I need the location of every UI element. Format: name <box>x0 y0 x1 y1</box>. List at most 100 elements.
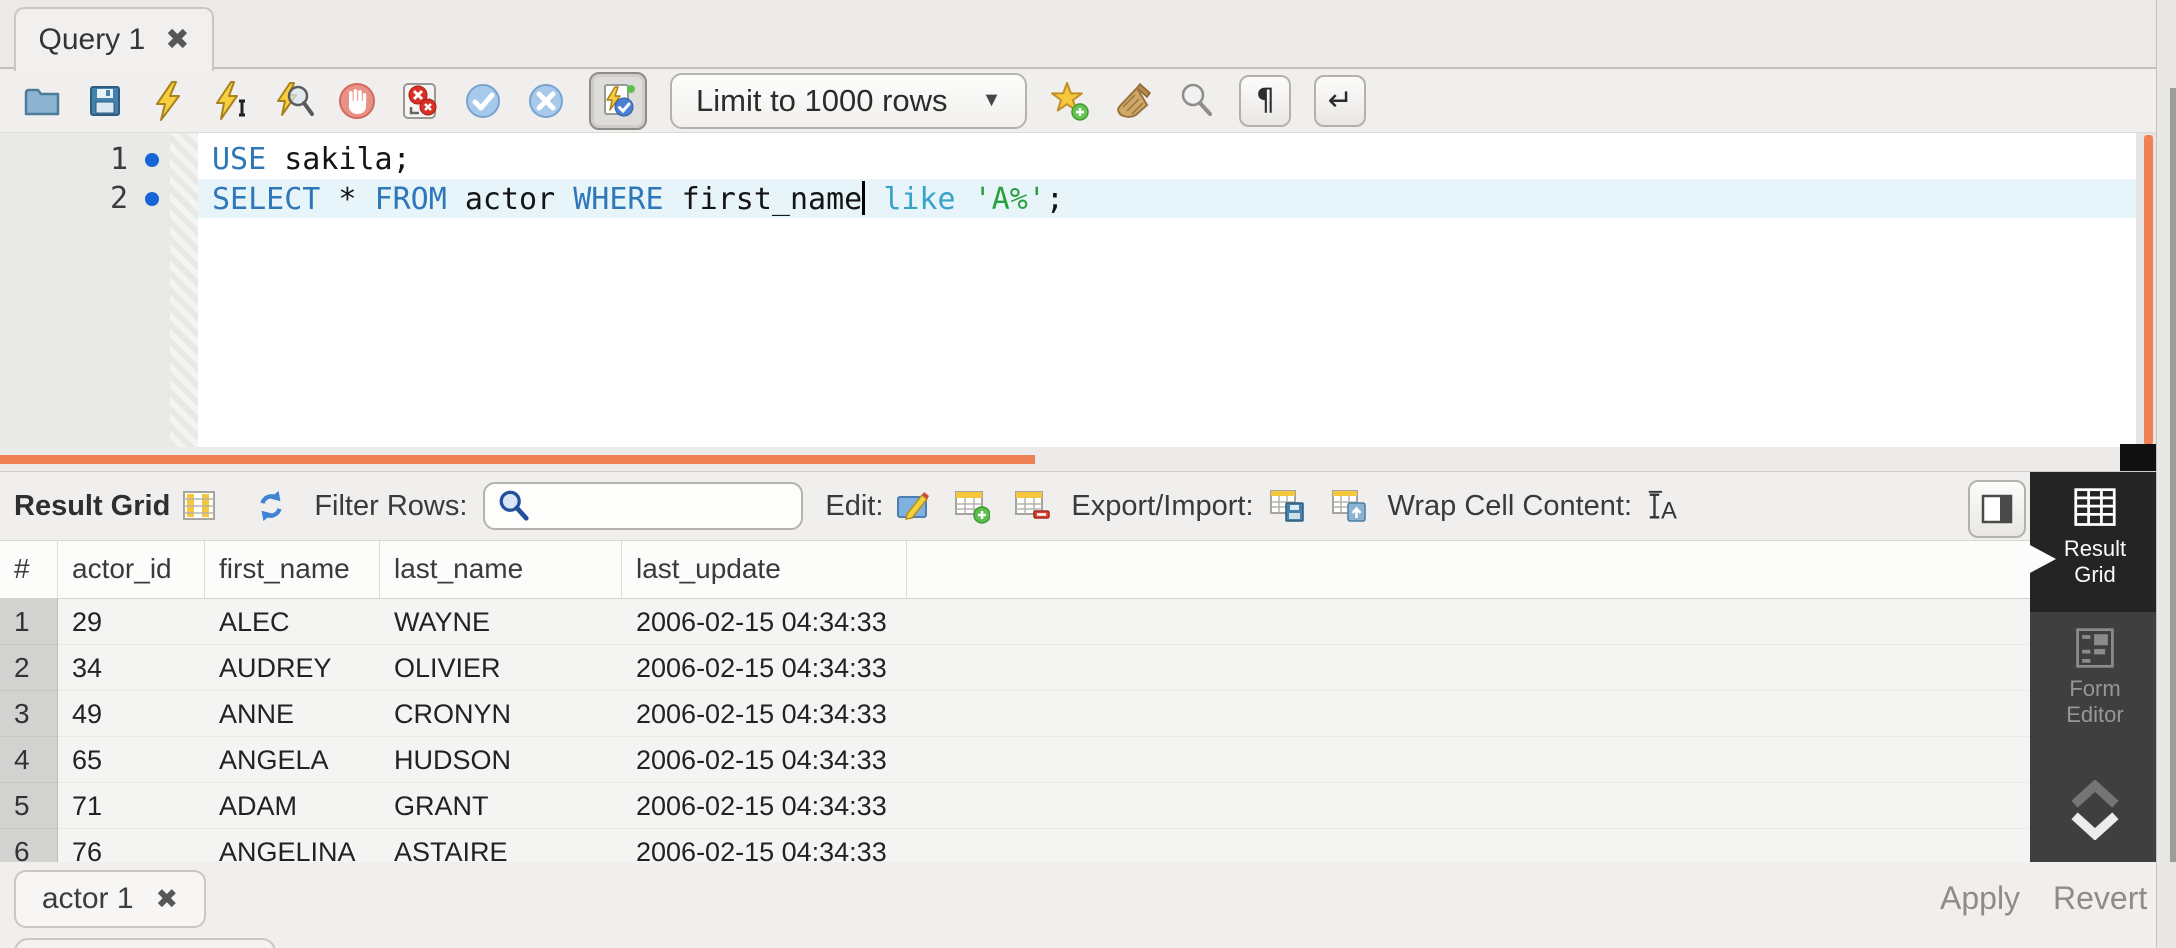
tab-query-1[interactable]: Query 1 ✖ <box>14 7 214 71</box>
column-header-first_name[interactable]: first_name <box>205 541 380 598</box>
edit-record-icon[interactable] <box>895 487 933 525</box>
row-filler <box>907 737 2030 783</box>
panel-down-chevron[interactable] <box>2030 812 2160 840</box>
tab-actor-1[interactable]: actor 1 ✖ <box>14 870 206 928</box>
row-number-cell[interactable]: 2 <box>0 645 58 691</box>
scrollbar-thumb[interactable] <box>2170 88 2176 862</box>
table-cell[interactable]: GRANT <box>380 783 622 829</box>
table-cell[interactable]: WAYNE <box>380 599 622 645</box>
scrollbar-thumb[interactable] <box>0 455 1035 464</box>
table-row[interactable]: 349ANNECRONYN2006-02-15 04:34:33 <box>0 691 2030 737</box>
save-snippet-icon[interactable] <box>1050 81 1090 121</box>
insert-row-icon[interactable] <box>953 487 991 525</box>
save-icon[interactable] <box>85 81 125 121</box>
refresh-icon[interactable] <box>252 487 290 525</box>
table-cell[interactable]: 2006-02-15 04:34:33 <box>622 599 907 645</box>
revert-button[interactable]: Revert <box>2053 880 2147 917</box>
table-cell[interactable]: ANGELA <box>205 737 380 783</box>
table-row[interactable]: 465ANGELAHUDSON2006-02-15 04:34:33 <box>0 737 2030 783</box>
table-cell[interactable]: 2006-02-15 04:34:33 <box>622 829 907 862</box>
table-cell[interactable]: HUDSON <box>380 737 622 783</box>
table-row[interactable]: 676ANGELINAASTAIRE2006-02-15 04:34:33 <box>0 829 2030 862</box>
result-grid-icon <box>2070 486 2120 530</box>
table-cell[interactable]: 65 <box>58 737 205 783</box>
delete-row-icon[interactable] <box>1013 487 1051 525</box>
result-grid-title: Result Grid <box>14 490 170 523</box>
toggle-stop-on-error-icon[interactable] <box>400 81 440 121</box>
filter-rows-searchbox[interactable] <box>483 482 803 530</box>
find-icon[interactable] <box>1176 81 1216 121</box>
table-cell[interactable]: 34 <box>58 645 205 691</box>
sql-editor[interactable]: 1USE sakila;2SELECT * FROM actor WHERE f… <box>0 133 2136 447</box>
commit-icon[interactable] <box>463 81 503 121</box>
execute-current-statement-icon[interactable] <box>211 81 251 121</box>
table-cell[interactable]: ALEC <box>205 599 380 645</box>
toggle-side-panel-button[interactable] <box>1968 480 2026 538</box>
table-cell[interactable]: ASTAIRE <box>380 829 622 862</box>
side-panel-item-form-editor[interactable]: Form Editor <box>2030 612 2160 752</box>
result-tab-bar: actor 1 ✖ Apply Revert <box>0 862 2156 948</box>
table-cell[interactable]: 71 <box>58 783 205 829</box>
table-cell[interactable]: 76 <box>58 829 205 862</box>
wrap-return-icon: ↵ <box>1328 83 1353 118</box>
column-header-last_name[interactable]: last_name <box>380 541 622 598</box>
rollback-icon[interactable] <box>526 81 566 121</box>
export-recordset-icon[interactable] <box>1268 487 1306 525</box>
close-icon[interactable]: ✖ <box>156 886 179 913</box>
row-number-cell[interactable]: 3 <box>0 691 58 737</box>
table-cell[interactable]: ANNE <box>205 691 380 737</box>
scrollbar-thumb[interactable] <box>2144 135 2153 445</box>
row-filler <box>907 691 2030 737</box>
column-header-rownum[interactable]: # <box>0 541 58 598</box>
table-row[interactable]: 129ALECWAYNE2006-02-15 04:34:33 <box>0 599 2030 645</box>
table-cell[interactable]: ANGELINA <box>205 829 380 862</box>
code-line[interactable]: 2SELECT * FROM actor WHERE first_name li… <box>0 179 2136 218</box>
column-header-last_update[interactable]: last_update <box>622 541 907 598</box>
table-cell[interactable]: CRONYN <box>380 691 622 737</box>
panel-up-chevron[interactable] <box>2030 780 2160 808</box>
table-cell[interactable]: 2006-02-15 04:34:33 <box>622 737 907 783</box>
table-cell[interactable]: 2006-02-15 04:34:33 <box>622 783 907 829</box>
table-cell[interactable]: OLIVIER <box>380 645 622 691</box>
table-cell[interactable]: 49 <box>58 691 205 737</box>
code-text: SELECT * FROM actor WHERE first_name lik… <box>212 181 1064 217</box>
row-filler <box>907 783 2030 829</box>
code-line[interactable]: 1USE sakila; <box>0 140 2136 179</box>
table-cell[interactable]: 2006-02-15 04:34:33 <box>622 645 907 691</box>
table-cell[interactable]: AUDREY <box>205 645 380 691</box>
code-lines: 1USE sakila;2SELECT * FROM actor WHERE f… <box>0 140 2136 218</box>
wrap-cell-content-icon[interactable]: A <box>1644 487 1682 525</box>
result-side-panel: Result Grid Form Editor <box>2030 472 2160 862</box>
row-number-cell[interactable]: 1 <box>0 599 58 645</box>
editor-horizontal-scrollbar[interactable] <box>0 447 2156 471</box>
execute-query-icon[interactable] <box>148 81 188 121</box>
toggle-word-wrap-button[interactable]: ↵ <box>1314 75 1366 127</box>
side-panel-item-result-grid[interactable]: Result Grid <box>2030 472 2160 612</box>
editor-vertical-scrollbar[interactable] <box>2136 133 2156 447</box>
row-number-cell[interactable]: 6 <box>0 829 58 862</box>
filter-rows-input[interactable] <box>541 490 785 523</box>
window-right-scroll-strip[interactable] <box>2156 0 2176 948</box>
row-limit-value: Limit to 1000 rows <box>696 83 948 119</box>
show-invisibles-button[interactable]: ¶ <box>1239 75 1291 127</box>
stop-query-icon[interactable] <box>337 81 377 121</box>
import-records-icon[interactable] <box>1330 487 1368 525</box>
search-icon <box>495 487 533 525</box>
table-cell[interactable]: 29 <box>58 599 205 645</box>
statement-marker-dot <box>128 153 204 167</box>
toggle-autocommit-button[interactable] <box>589 72 647 130</box>
close-icon[interactable]: ✖ <box>165 26 189 55</box>
explain-plan-icon[interactable] <box>274 81 314 121</box>
table-row[interactable]: 234AUDREYOLIVIER2006-02-15 04:34:33 <box>0 645 2030 691</box>
column-header-actor_id[interactable]: actor_id <box>58 541 205 598</box>
row-filler <box>907 829 2030 862</box>
table-row[interactable]: 571ADAMGRANT2006-02-15 04:34:33 <box>0 783 2030 829</box>
table-cell[interactable]: ADAM <box>205 783 380 829</box>
open-file-icon[interactable] <box>22 81 62 121</box>
row-number-cell[interactable]: 4 <box>0 737 58 783</box>
row-number-cell[interactable]: 5 <box>0 783 58 829</box>
apply-button[interactable]: Apply <box>1940 880 2020 917</box>
table-cell[interactable]: 2006-02-15 04:34:33 <box>622 691 907 737</box>
row-limit-dropdown[interactable]: Limit to 1000 rows ▼ <box>670 73 1027 129</box>
beautify-sql-icon[interactable] <box>1113 81 1153 121</box>
